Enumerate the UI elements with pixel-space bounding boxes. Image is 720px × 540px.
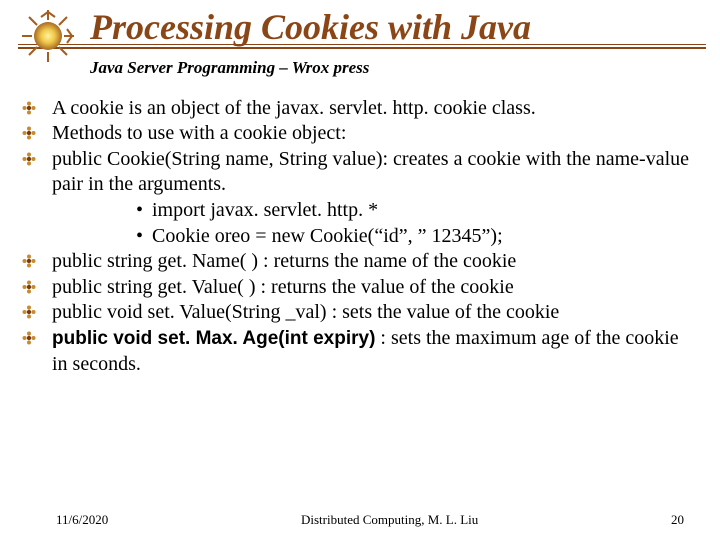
bullet-item: public void set. Value(String _val) : se…: [22, 300, 698, 326]
slide-subtitle: Java Server Programming – Wrox press: [90, 58, 720, 78]
bullet-text: public string get. Value( ) : returns th…: [52, 276, 514, 298]
bullet-item: public void set. Max. Age(int expiry) : …: [22, 326, 698, 377]
footer-date: 11/6/2020: [56, 512, 108, 528]
flower-bullet-icon: [22, 254, 36, 268]
flower-bullet-icon: [22, 152, 36, 166]
bullet-text: public void set. Value(String _val) : se…: [52, 301, 559, 323]
header: Processing Cookies with Java Java Server…: [0, 0, 720, 78]
bullet-item: A cookie is an object of the javax. serv…: [22, 96, 698, 122]
footer-center: Distributed Computing, M. L. Liu: [108, 512, 671, 528]
flower-bullet-icon: [22, 101, 36, 115]
bullet-lead-text: public void set. Max. Age(int expiry): [52, 328, 375, 349]
bullet-text: Methods to use with a cookie object:: [52, 122, 346, 144]
bullet-item: public string get. Name( ) : returns the…: [22, 249, 698, 275]
slide-title: Processing Cookies with Java: [90, 8, 720, 48]
flower-bullet-icon: [22, 280, 36, 294]
footer: 11/6/2020 Distributed Computing, M. L. L…: [0, 512, 720, 528]
bullet-item: public Cookie(String name, String value)…: [22, 147, 698, 249]
bullet-text: public string get. Name( ) : returns the…: [52, 250, 516, 272]
content-body: A cookie is an object of the javax. serv…: [0, 96, 720, 378]
sub-bullet-item: Cookie oreo = new Cookie(“id”, ” 12345”)…: [136, 224, 698, 250]
flower-bullet-icon: [22, 331, 36, 345]
sub-bullet-text: Cookie oreo = new Cookie(“id”, ” 12345”)…: [152, 225, 503, 247]
bullet-text: A cookie is an object of the javax. serv…: [52, 97, 536, 119]
bullet-text: public Cookie(String name, String value)…: [52, 148, 689, 196]
sub-bullet-text: import javax. servlet. http. *: [152, 199, 378, 221]
flower-bullet-icon: [22, 126, 36, 140]
bullet-item: public string get. Value( ) : returns th…: [22, 275, 698, 301]
flower-bullet-icon: [22, 305, 36, 319]
sun-icon: [18, 6, 78, 66]
sub-bullet-item: import javax. servlet. http. *: [136, 198, 698, 224]
footer-page-number: 20: [671, 512, 684, 528]
bullet-item: Methods to use with a cookie object:: [22, 121, 698, 147]
